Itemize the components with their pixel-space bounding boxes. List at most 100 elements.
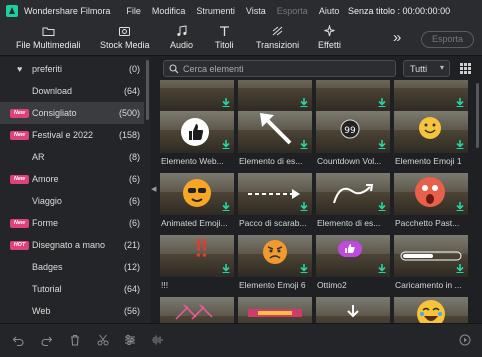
- element-thumbnail[interactable]: [238, 297, 312, 323]
- element-thumbnail[interactable]: [160, 297, 234, 323]
- tab-stock-media[interactable]: Stock Media: [100, 25, 150, 55]
- play-circle-icon[interactable]: [459, 334, 471, 346]
- sidebar-item[interactable]: AR (8): [0, 146, 144, 168]
- sidebar-item[interactable]: ♥ preferiti (0): [0, 58, 144, 80]
- delete-icon[interactable]: [69, 334, 81, 346]
- like-badge-icon: [338, 241, 362, 257]
- adjust-icon[interactable]: [124, 334, 136, 346]
- sidebar-item[interactable]: HOT Disegnato a mano (21): [0, 234, 144, 256]
- element-thumbnail[interactable]: [316, 173, 390, 215]
- music-note-icon: [177, 25, 187, 36]
- tab-label: Effetti: [318, 40, 341, 50]
- menu-aiuto[interactable]: Aiuto: [319, 6, 340, 16]
- menu-strumenti[interactable]: Strumenti: [196, 6, 235, 16]
- tab-transizioni[interactable]: Transizioni: [256, 25, 299, 55]
- sidebar-item-label: Forme: [32, 218, 59, 228]
- menu-file[interactable]: File: [126, 6, 141, 16]
- sidebar-item-label: Tutorial: [32, 284, 62, 294]
- transition-icon: [272, 26, 283, 36]
- menu-esporta[interactable]: Esporta: [277, 6, 308, 16]
- sidebar-item[interactable]: Badges (12): [0, 256, 144, 278]
- download-arrow-icon[interactable]: [378, 264, 386, 273]
- tab-audio[interactable]: Audio: [170, 25, 193, 55]
- download-arrow-icon[interactable]: [456, 264, 464, 273]
- element-thumbnail[interactable]: [316, 297, 390, 323]
- sidebar-scrollbar[interactable]: [146, 60, 149, 120]
- audio-wave-icon[interactable]: [151, 334, 163, 346]
- element-caption: Ottimo2: [317, 280, 347, 290]
- sidebar-item-count: (12): [123, 262, 140, 272]
- download-arrow-icon[interactable]: [300, 140, 308, 149]
- element-thumbnail[interactable]: [238, 173, 312, 215]
- search-box[interactable]: [163, 60, 396, 77]
- element-thumbnail[interactable]: [160, 111, 234, 153]
- sidebar-item-count: (158): [118, 130, 140, 140]
- download-arrow-icon[interactable]: [300, 98, 308, 107]
- download-arrow-icon[interactable]: [222, 202, 230, 211]
- undo-icon[interactable]: [12, 334, 24, 346]
- tab-label: Titoli: [215, 40, 234, 50]
- cut-icon[interactable]: [97, 334, 109, 346]
- sidebar-item-label: Festival e 2022: [32, 130, 94, 140]
- new-badge: New: [10, 174, 29, 184]
- menu-vista[interactable]: Vista: [246, 6, 266, 16]
- sidebar-item[interactable]: New Consigliato (500): [0, 102, 144, 124]
- sidebar-item[interactable]: Tutorial (64): [0, 278, 144, 300]
- element-thumbnail[interactable]: [238, 80, 312, 111]
- download-arrow-icon[interactable]: [456, 140, 464, 149]
- download-arrow-icon[interactable]: [456, 98, 464, 107]
- element-thumbnail[interactable]: [394, 297, 468, 323]
- element-caption: Pacchetto Past...: [395, 218, 460, 228]
- element-thumbnail[interactable]: [394, 173, 468, 215]
- new-badge: HOT: [10, 240, 29, 250]
- menu-modifica[interactable]: Modifica: [152, 6, 186, 16]
- firework-icon: [175, 304, 213, 320]
- export-button[interactable]: Esporta: [421, 31, 474, 48]
- element-thumbnail[interactable]: [238, 235, 312, 277]
- download-arrow-icon[interactable]: [378, 202, 386, 211]
- download-arrow-icon[interactable]: [222, 264, 230, 273]
- download-arrow-icon[interactable]: [300, 264, 308, 273]
- element-thumbnail[interactable]: [160, 173, 234, 215]
- download-arrow-icon[interactable]: [300, 202, 308, 211]
- download-arrow-icon[interactable]: [378, 98, 386, 107]
- tab-effetti[interactable]: Effetti: [318, 25, 341, 55]
- laughing-emoji-icon: [417, 300, 445, 323]
- tab-titoli[interactable]: Titoli: [215, 25, 234, 55]
- element-caption: Pacco di scarab...: [239, 218, 307, 228]
- sidebar-item-label: Download: [32, 86, 73, 96]
- download-arrow-icon[interactable]: [222, 98, 230, 107]
- sidebar-item[interactable]: New Forme (6): [0, 212, 144, 234]
- main-toolbar: File Multimediali Stock Media Audio Tito…: [0, 22, 482, 56]
- download-arrow-icon[interactable]: [378, 140, 386, 149]
- sidebar-item[interactable]: Download (64): [0, 80, 144, 102]
- search-input[interactable]: [183, 62, 388, 75]
- tab-file-multimediali[interactable]: File Multimediali: [16, 25, 81, 55]
- element-thumbnail[interactable]: [316, 235, 390, 277]
- element-thumbnail[interactable]: [316, 80, 390, 111]
- element-thumbnail[interactable]: [394, 235, 468, 277]
- more-tabs-button[interactable]: »: [393, 29, 401, 46]
- sidebar-item-label: Amore: [32, 174, 59, 184]
- download-arrow-icon[interactable]: [222, 140, 230, 149]
- element-thumbnail[interactable]: 99: [316, 111, 390, 153]
- dashed-arrow-icon: [248, 189, 300, 199]
- sidebar-item[interactable]: New Amore (6): [0, 168, 144, 190]
- element-thumbnail[interactable]: [160, 80, 234, 111]
- surprised-emoji-icon: [415, 177, 445, 207]
- grid-scrollbar[interactable]: [476, 83, 479, 148]
- element-thumbnail[interactable]: [394, 80, 468, 111]
- redo-icon[interactable]: [41, 334, 53, 346]
- element-thumbnail[interactable]: [238, 111, 312, 153]
- element-thumbnail[interactable]: [394, 111, 468, 153]
- download-arrow-icon[interactable]: [456, 202, 464, 211]
- element-thumbnail[interactable]: [160, 235, 234, 277]
- sidebar-item[interactable]: Viaggio (6): [0, 190, 144, 212]
- sidebar-item[interactable]: Web (56): [0, 300, 144, 322]
- sunglasses-emoji-icon: [183, 179, 211, 207]
- folder-icon: [42, 27, 55, 36]
- chevron-down-icon: ▾: [439, 63, 444, 72]
- grid-view-icon[interactable]: [460, 63, 471, 74]
- sidebar-item[interactable]: New Festival e 2022 (158): [0, 124, 144, 146]
- filter-dropdown[interactable]: Tutti ▾: [403, 60, 450, 77]
